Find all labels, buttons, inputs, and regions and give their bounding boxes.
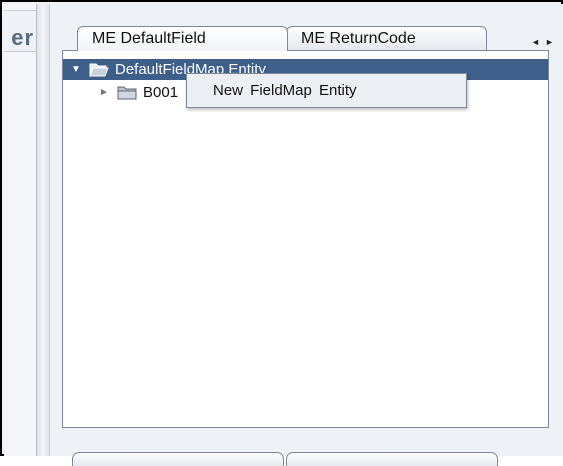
folder-icon <box>117 85 137 104</box>
menu-item-new-fieldmap-entity[interactable]: New FieldMap Entity <box>213 82 357 99</box>
left-panel-header: er <box>4 10 36 52</box>
left-panel-title: er <box>11 25 34 50</box>
right-panel: ME DefaultField ME ReturnCode ◄ ► ▼ Defa… <box>50 4 563 466</box>
context-menu: New FieldMap Entity <box>186 73 467 108</box>
bottom-tab-1[interactable] <box>72 452 284 466</box>
left-panel: er <box>4 4 37 456</box>
expand-toggle-icon[interactable]: ▼ <box>71 64 81 75</box>
window-frame: er ME DefaultField ME ReturnCode ◄ ► ▼ D… <box>0 0 563 466</box>
tab-scroll-left-icon[interactable]: ◄ <box>531 32 540 52</box>
tab-label: ME DefaultField <box>92 30 206 47</box>
panel-splitter[interactable] <box>37 4 50 456</box>
tab-me-defaultfield[interactable]: ME DefaultField <box>77 26 288 51</box>
tree-node-label: B001 <box>143 84 179 101</box>
tab-label: ME ReturnCode <box>301 30 416 47</box>
tab-me-returncode[interactable]: ME ReturnCode <box>286 26 487 51</box>
bottom-tab-2[interactable] <box>286 452 498 466</box>
open-folder-icon <box>89 62 109 81</box>
collapse-toggle-icon[interactable]: ► <box>99 87 109 98</box>
tab-scroll-right-icon[interactable]: ► <box>545 32 554 52</box>
